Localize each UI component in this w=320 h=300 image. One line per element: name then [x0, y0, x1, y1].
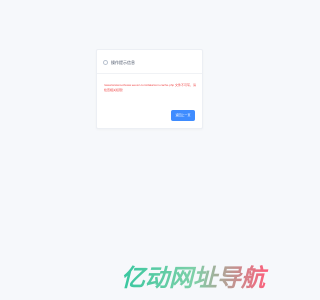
back-button[interactable]: 返回上一页: [171, 110, 195, 121]
dialog-title: 操作提示信息: [111, 59, 135, 65]
info-circle-icon: [103, 59, 108, 65]
dialog-header: 操作提示信息: [103, 58, 135, 66]
message-dialog: 操作提示信息 /www/wwwroot/www.eeosz.com/data/c…: [96, 49, 203, 129]
error-message: /www/wwwroot/www.eeosz.com/data/com.cach…: [104, 83, 197, 92]
watermark-text: 亿动网址导航: [121, 265, 269, 292]
dialog-divider: [97, 73, 202, 74]
page: 操作提示信息 /www/wwwroot/www.eeosz.com/data/c…: [0, 0, 300, 300]
watermark-logo: 亿动网址导航: [121, 265, 269, 292]
